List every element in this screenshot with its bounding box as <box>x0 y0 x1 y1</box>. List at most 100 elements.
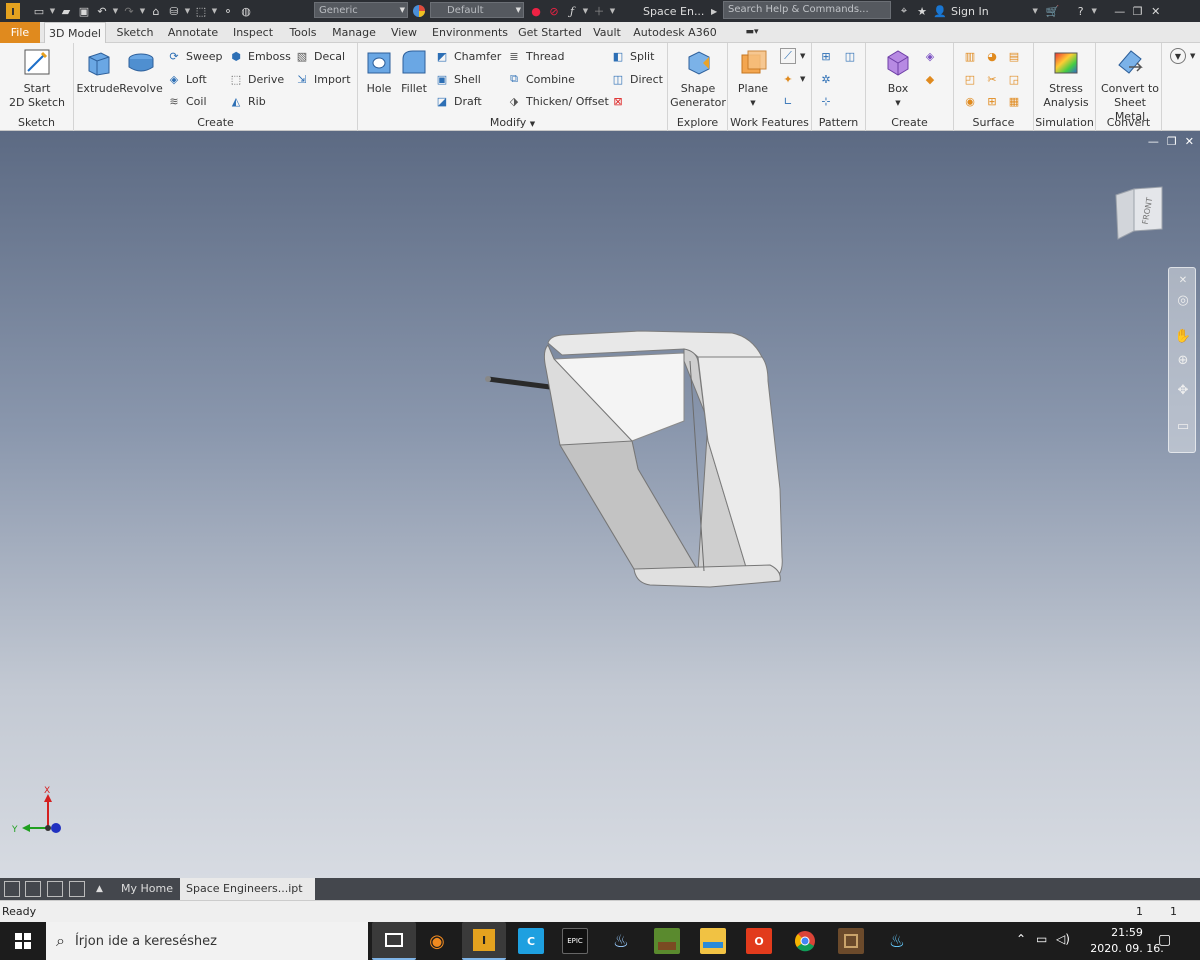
sign-in-link[interactable]: Sign In <box>951 5 989 18</box>
tab-list-arrow-icon[interactable]: ▲ <box>90 878 109 900</box>
tab-annotate[interactable]: Annotate <box>164 22 222 43</box>
color-wheel-icon[interactable] <box>411 0 427 22</box>
tile-windows-icon[interactable] <box>25 881 41 897</box>
adjust-appearance-icon[interactable]: ● <box>527 3 545 19</box>
cart-icon[interactable]: 🛒 <box>1044 3 1062 19</box>
tab-file[interactable]: File <box>0 22 40 43</box>
binoculars-icon[interactable]: ⌖ <box>895 3 913 19</box>
update-icon[interactable]: ⛁ <box>165 3 183 19</box>
steam-app-2[interactable]: ♨ <box>884 928 910 954</box>
shape-generator-button[interactable]: Shape Generator <box>670 47 726 110</box>
network-icon[interactable]: ▭ <box>1036 932 1047 946</box>
thicken-offset-button[interactable]: ⬗ Thicken/ Offset <box>506 92 609 110</box>
delete-surface-button[interactable]: ✂ <box>984 70 1004 88</box>
fx-dropdown-icon[interactable]: ▼ <box>581 3 590 19</box>
clock-time[interactable]: 21:59 <box>1100 926 1154 939</box>
circular-pattern-button[interactable]: ✲ <box>818 70 838 88</box>
rib-button[interactable]: ◭ Rib <box>228 92 266 110</box>
derive-button[interactable]: ⬚ Derive <box>228 70 284 88</box>
split-button[interactable]: ◧ Split <box>610 47 655 65</box>
tile-horizontal-icon[interactable] <box>47 881 63 897</box>
select-icon[interactable]: ⬚ <box>192 3 210 19</box>
tray-overflow-icon[interactable]: ⌃ <box>1016 932 1026 946</box>
favorites-star-icon[interactable]: ★ <box>913 3 931 19</box>
search-input[interactable]: Search Help & Commands... <box>723 1 891 19</box>
cascade-windows-icon[interactable] <box>4 881 20 897</box>
material-combo[interactable]: Default ▼ <box>430 2 524 18</box>
combine-button[interactable]: ⧉ Combine <box>506 70 575 88</box>
stitch-button[interactable]: ▥ <box>962 47 982 65</box>
start-2d-sketch-button[interactable]: Start 2D Sketch <box>8 47 66 110</box>
help-icon[interactable]: ? <box>1072 3 1090 19</box>
globe-icon[interactable]: ◍ <box>237 3 255 19</box>
clear-appearance-icon[interactable]: ⊘ <box>545 3 563 19</box>
customize-dropdown-icon[interactable]: ▼ <box>608 3 617 19</box>
update-dropdown-icon[interactable]: ▼ <box>183 3 192 19</box>
sweep-button[interactable]: ⟳ Sweep <box>166 47 222 65</box>
redo-dropdown-icon[interactable]: ▼ <box>138 3 147 19</box>
tab-tools[interactable]: Tools <box>284 22 322 43</box>
plus-icon[interactable]: ＋ <box>590 3 608 19</box>
import-button[interactable]: ⇲ Import <box>294 70 350 88</box>
crafting-app[interactable] <box>838 928 864 954</box>
start-button[interactable] <box>0 922 46 960</box>
restore-icon[interactable]: ❐ <box>1129 3 1147 19</box>
inventor-logo[interactable]: I <box>2 0 24 22</box>
file-explorer-app[interactable] <box>700 928 726 954</box>
box-button[interactable]: Box ▼ <box>878 47 918 110</box>
tab-my-home[interactable]: My Home <box>115 878 179 900</box>
part-model[interactable] <box>470 321 800 611</box>
select-dropdown-icon[interactable]: ▼ <box>210 3 219 19</box>
coil-button[interactable]: ≋ Coil <box>166 92 206 110</box>
user-icon[interactable]: 👤 <box>931 3 949 19</box>
orbit-icon[interactable]: ✥ <box>1173 380 1193 400</box>
tab-inspect[interactable]: Inspect <box>228 22 278 43</box>
cura-app[interactable]: C <box>518 928 544 954</box>
ruled-surface-button[interactable]: ▦ <box>1006 92 1026 110</box>
delete-face-button[interactable]: ⊠ <box>610 92 630 110</box>
repair-button[interactable]: ⊞ <box>984 92 1004 110</box>
expand-arrow-icon[interactable]: ▶ <box>711 0 717 22</box>
shell-button[interactable]: ▣ Shell <box>434 70 481 88</box>
tab-3d-model[interactable]: 3D Model <box>44 22 106 44</box>
axis-button[interactable]: ⟋ ▼ <box>780 47 805 65</box>
open-folder-icon[interactable]: ▰ <box>57 3 75 19</box>
tile-vertical-icon[interactable] <box>69 881 85 897</box>
freeform-convert-button[interactable]: ◆ <box>922 70 942 88</box>
view-cube[interactable]: FRONT <box>1112 185 1172 241</box>
steering-wheel-icon[interactable]: ◎ <box>1173 290 1193 310</box>
thread-button[interactable]: ≣ Thread <box>506 47 564 65</box>
viewport-close-icon[interactable]: ✕ <box>1185 135 1194 148</box>
pan-icon[interactable]: ✋ <box>1173 326 1193 346</box>
redo-icon[interactable]: ↷ <box>120 3 138 19</box>
help-dropdown-icon[interactable]: ▼ <box>1090 3 1099 19</box>
notifications-icon[interactable]: ▢ <box>1158 932 1171 948</box>
close-icon[interactable]: ✕ <box>1147 3 1165 19</box>
chamfer-button[interactable]: ◩ Chamfer <box>434 47 501 65</box>
minimize-icon[interactable]: — <box>1111 3 1129 19</box>
undo-dropdown-icon[interactable]: ▼ <box>111 3 120 19</box>
sketch-pattern-button[interactable]: ⊹ <box>818 92 838 110</box>
tab-autodesk-a360[interactable]: Autodesk A360 <box>632 22 718 43</box>
home-icon[interactable]: ⌂ <box>147 3 165 19</box>
viewport-minimize-icon[interactable]: — <box>1148 135 1159 148</box>
freeform-edit-button[interactable]: ◈ <box>922 47 942 65</box>
draft-button[interactable]: ◪ Draft <box>434 92 482 110</box>
video-toggle-icon[interactable]: ▬▾ <box>738 22 766 43</box>
appearance-combo[interactable]: Generic ▼ <box>314 2 408 18</box>
measure-icon[interactable]: ⚬ <box>219 3 237 19</box>
ucs-button[interactable]: ∟ <box>780 92 800 110</box>
ribbon-options-button[interactable]: ▼ ▼ <box>1170 47 1195 65</box>
tab-view[interactable]: View <box>386 22 422 43</box>
volume-icon[interactable]: ◁) <box>1056 932 1070 946</box>
new-dropdown-icon[interactable]: ▼ <box>48 3 57 19</box>
extend-button[interactable]: ◲ <box>1006 70 1026 88</box>
emboss-button[interactable]: ⬢ Emboss <box>228 47 291 65</box>
tab-vault[interactable]: Vault <box>588 22 626 43</box>
steam-app[interactable]: ♨ <box>608 928 634 954</box>
mirror-button[interactable]: ◫ <box>842 47 862 65</box>
undo-icon[interactable]: ↶ <box>93 3 111 19</box>
direct-button[interactable]: ◫ Direct <box>610 70 663 88</box>
fx-parameters-icon[interactable]: ƒ <box>563 3 581 19</box>
task-view-app[interactable] <box>372 922 416 960</box>
